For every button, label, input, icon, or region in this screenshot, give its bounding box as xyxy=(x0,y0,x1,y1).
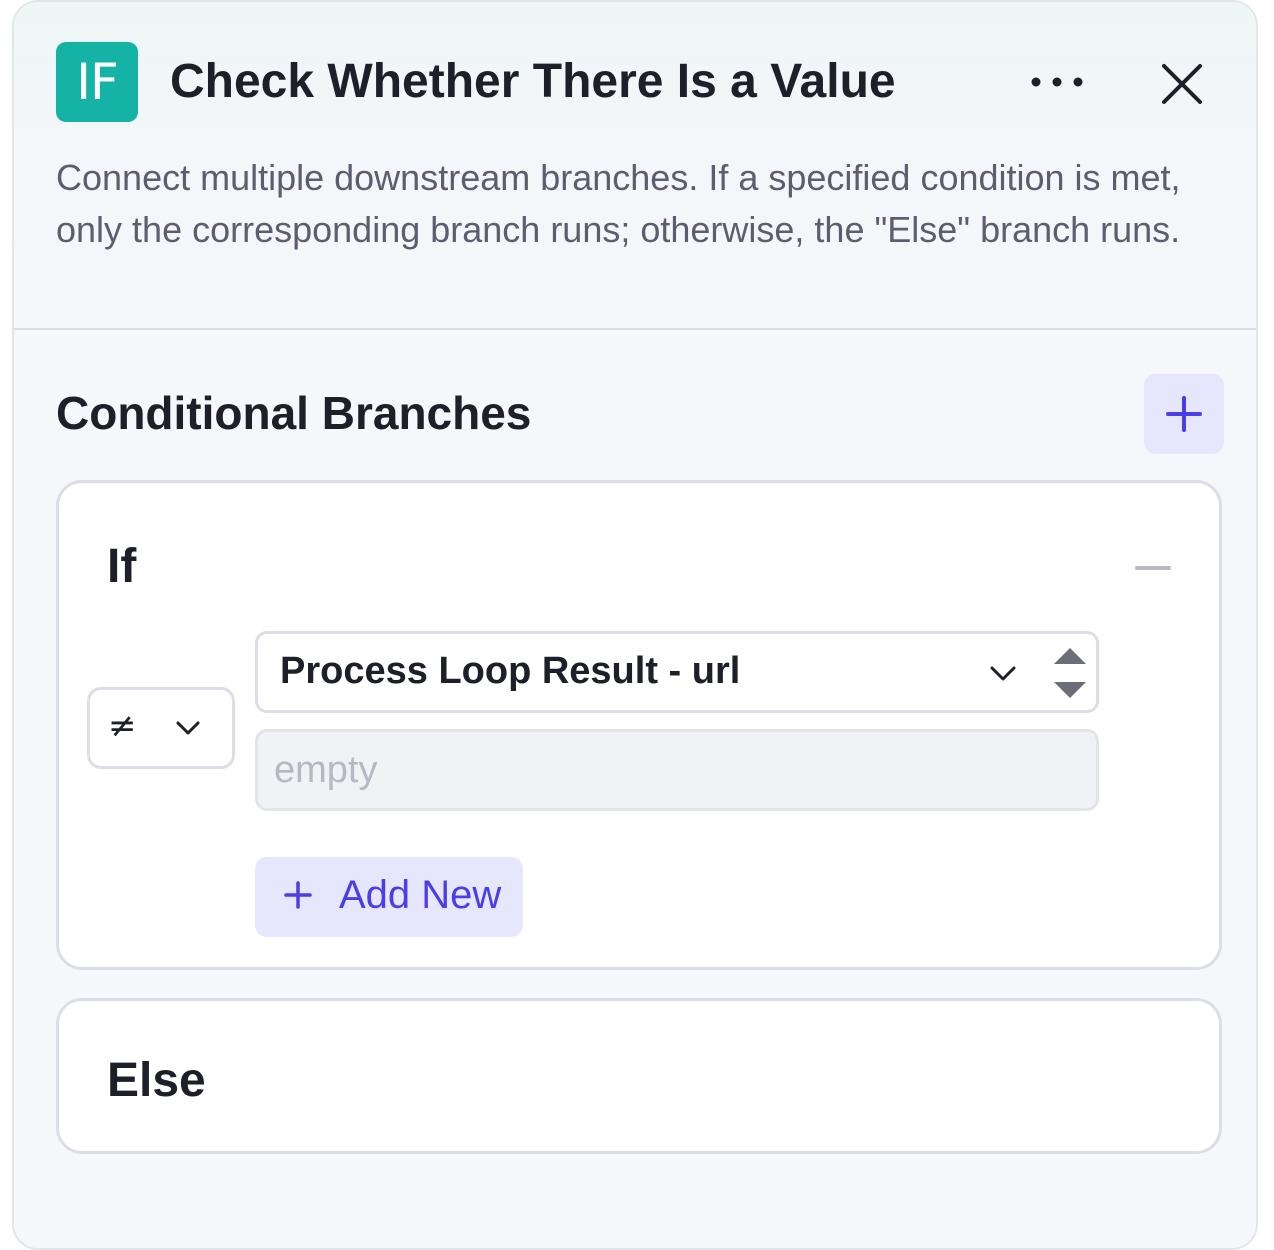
section-title: Conditional Branches xyxy=(56,387,532,439)
more-options-button[interactable] xyxy=(1022,57,1092,107)
node-title[interactable]: Check Whether There Is a Value xyxy=(170,54,896,109)
close-button[interactable] xyxy=(1158,60,1206,108)
node-config-panel: IF Check Whether There Is a Value Connec… xyxy=(12,0,1258,1250)
chevron-down-icon xyxy=(990,666,1016,681)
panel-header: IF Check Whether There Is a Value Connec… xyxy=(14,2,1256,330)
variable-select[interactable]: Process Loop Result - url xyxy=(255,631,1099,713)
if-node-icon: IF xyxy=(56,42,138,122)
chevron-down-icon xyxy=(176,721,200,735)
operator-select[interactable]: ≠ xyxy=(87,687,235,769)
plus-icon xyxy=(1166,396,1202,432)
value-input[interactable] xyxy=(255,729,1099,811)
add-new-condition-button[interactable]: Add New xyxy=(255,857,523,937)
plus-icon xyxy=(284,881,312,909)
add-new-label: Add New xyxy=(339,873,502,917)
not-equal-operator: ≠ xyxy=(108,706,137,746)
else-branch-card: Else xyxy=(56,998,1222,1154)
if-branch-card: If ≠ Process Loop Result - url empty Add… xyxy=(56,480,1222,970)
stepper-arrows-icon[interactable] xyxy=(1050,640,1090,704)
node-description: Connect multiple downstream branches. If… xyxy=(56,157,1181,250)
else-branch-label: Else xyxy=(107,1054,206,1107)
add-branch-button[interactable] xyxy=(1144,374,1224,454)
if-branch-label: If xyxy=(107,540,137,593)
minus-icon xyxy=(1135,566,1171,570)
remove-branch-button[interactable] xyxy=(1133,553,1173,583)
more-horizontal-icon xyxy=(1031,77,1083,87)
variable-select-value: Process Loop Result - url xyxy=(280,650,741,692)
close-icon xyxy=(1162,64,1202,104)
